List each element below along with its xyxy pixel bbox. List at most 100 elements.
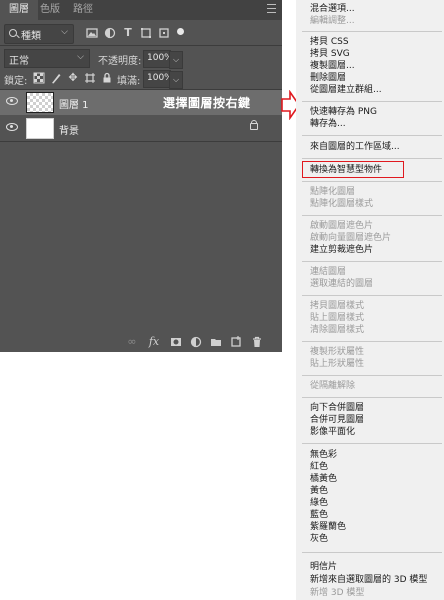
menu-item-group-from-layers[interactable]: 從圖層建立群組... — [310, 84, 382, 96]
menu-item-release-from-isolation: 從隔離解除 — [310, 381, 356, 391]
link-layers-icon[interactable]: ∞ — [126, 336, 138, 348]
panel-menu-icon[interactable] — [267, 4, 276, 13]
lock-image-pixels-icon[interactable] — [50, 72, 62, 84]
tab-layers[interactable]: 圖層 — [0, 0, 38, 20]
chevron-down-icon[interactable]: ⌵ — [169, 51, 183, 69]
pixel-layer-filter-icon[interactable] — [86, 27, 98, 39]
menu-item-color-red[interactable]: 紅色 — [310, 461, 328, 473]
opacity-label: 不透明度: — [98, 56, 142, 67]
chevron-down-icon: ⌵ — [77, 52, 84, 62]
menu-divider — [302, 397, 442, 398]
menu-divider — [302, 443, 442, 444]
panel-tab-bar: 圖層 色版 路徑 — [0, 0, 282, 20]
menu-divider — [302, 261, 442, 262]
menu-item-link-layers: 連結圖層 — [310, 267, 347, 277]
layer-row-layer-1[interactable]: 圖層 1 選擇圖層按右鍵 — [0, 90, 282, 115]
menu-item-color-orange[interactable]: 橘黃色 — [310, 473, 337, 485]
menu-item-color-blue[interactable]: 藍色 — [310, 509, 328, 521]
lock-icon — [250, 120, 258, 130]
lock-position-icon[interactable]: ✥ — [67, 72, 79, 84]
menu-item-duplicate-layer[interactable]: 複製圖層... — [310, 60, 355, 72]
eye-icon[interactable] — [6, 123, 18, 131]
menu-item-edit-adjustment: 編輯調整... — [310, 16, 355, 26]
menu-divider — [302, 341, 442, 342]
menu-divider — [302, 552, 442, 553]
type-layer-filter-icon[interactable]: T — [122, 27, 134, 39]
new-layer-icon[interactable] — [230, 336, 242, 348]
delete-layer-trash-icon[interactable] — [251, 336, 263, 348]
menu-item-copy-layer-style: 拷貝圖層樣式 — [310, 301, 365, 311]
layer-row-background[interactable]: 背景 — [0, 116, 282, 140]
menu-item-new-3d-model: 新增 3D 模型 — [310, 588, 365, 598]
menu-divider — [302, 215, 442, 216]
menu-item-paste-layer-style: 貼上圖層樣式 — [310, 313, 365, 323]
chevron-down-icon[interactable]: ⌵ — [169, 71, 183, 89]
menu-item-enable-vector-mask: 啟動向量圖層遮色片 — [310, 233, 392, 243]
new-group-folder-icon[interactable] — [210, 336, 222, 348]
menu-item-color-none[interactable]: 無色彩 — [310, 449, 337, 461]
menu-item-convert-to-smart-object[interactable]: 轉換為智慧型物件 — [310, 164, 382, 176]
blend-mode-value: 正常 — [9, 56, 29, 67]
menu-item-copy-shape-attributes: 複製形狀屬性 — [310, 347, 365, 357]
menu-divider — [302, 101, 442, 102]
menu-item-rasterize-layer: 點陣化圖層 — [310, 187, 356, 197]
fill-field[interactable]: 100% ⌵ — [143, 70, 183, 89]
menu-item-flatten-image[interactable]: 影像平面化 — [310, 426, 355, 438]
layers-bottom-toolbar: ∞ fx — [0, 333, 282, 352]
filter-kind-label: 種類 — [21, 31, 41, 42]
annotation-text: 選擇圖層按右鍵 — [163, 96, 251, 110]
menu-item-postcard[interactable]: 明信片 — [310, 561, 337, 573]
shape-layer-filter-icon[interactable] — [140, 27, 152, 39]
lock-transparent-pixels-icon[interactable] — [33, 72, 45, 84]
fx-icon[interactable]: fx — [148, 336, 160, 348]
fill-label: 填滿: — [117, 76, 141, 87]
layer-thumbnail — [26, 118, 54, 139]
smart-object-filter-icon[interactable] — [158, 27, 170, 39]
menu-divider — [302, 158, 442, 159]
lock-all-icon[interactable] — [101, 72, 113, 84]
blend-mode-select[interactable]: 正常 ⌵ — [4, 49, 90, 68]
menu-item-artboard-from-layers[interactable]: 來自圖層的工作區域... — [310, 141, 400, 153]
opacity-field[interactable]: 100% ⌵ — [143, 50, 183, 69]
menu-item-color-green[interactable]: 綠色 — [310, 497, 328, 509]
menu-divider — [302, 135, 442, 136]
search-icon — [9, 29, 17, 37]
add-mask-icon[interactable] — [170, 336, 182, 348]
layer-context-menu: 混合選項... 編輯調整... 拷貝 CSS 拷貝 SVG 複製圖層... 刪除… — [296, 0, 444, 600]
layer-name[interactable]: 背景 — [59, 122, 79, 137]
new-adjustment-layer-icon[interactable] — [190, 336, 202, 348]
tab-paths[interactable]: 路徑 — [73, 0, 93, 20]
menu-item-enable-layer-mask: 啟動圖層遮色片 — [310, 221, 374, 231]
menu-item-select-linked-layers: 選取連結的圖層 — [310, 279, 374, 289]
menu-item-rasterize-layer-style: 點陣化圖層樣式 — [310, 199, 374, 209]
menu-item-create-clipping-mask[interactable]: 建立剪裁遮色片 — [310, 244, 373, 256]
menu-item-blending-options[interactable]: 混合選項... — [310, 3, 355, 15]
menu-item-copy-svg[interactable]: 拷貝 SVG — [310, 48, 350, 60]
menu-item-delete-layer[interactable]: 刪除圖層 — [310, 72, 346, 84]
layer-name[interactable]: 圖層 1 — [59, 96, 89, 111]
menu-item-color-yellow[interactable]: 黃色 — [310, 485, 328, 497]
menu-item-color-gray[interactable]: 灰色 — [310, 533, 328, 545]
filter-toggle-icon[interactable] — [177, 28, 184, 35]
menu-item-export-as[interactable]: 轉存為... — [310, 118, 346, 130]
lock-row: 鎖定: ✥ 填滿: 100% ⌵ — [0, 70, 282, 89]
tab-channels[interactable]: 色版 — [40, 0, 60, 20]
menu-divider — [302, 375, 442, 376]
eye-icon[interactable] — [6, 97, 18, 105]
menu-item-paste-shape-attributes: 貼上形狀屬性 — [310, 359, 365, 369]
filter-kind-select[interactable]: 種類 ⌵ — [4, 24, 74, 44]
menu-item-color-violet[interactable]: 紫羅蘭色 — [310, 521, 346, 533]
menu-item-copy-css[interactable]: 拷貝 CSS — [310, 36, 349, 48]
menu-item-merge-visible[interactable]: 合併可見圖層 — [310, 414, 364, 426]
menu-item-quick-export-png[interactable]: 快速轉存為 PNG — [310, 106, 377, 118]
chevron-down-icon: ⌵ — [61, 27, 68, 37]
lock-label: 鎖定: — [4, 76, 28, 87]
layers-panel: 圖層 色版 路徑 種類 ⌵ T 正常 ⌵ 不透明度: 100% ⌵ 鎖定: ✥ … — [0, 0, 282, 352]
layer-thumbnail — [26, 92, 54, 113]
layer-filter-row: 種類 ⌵ T — [0, 24, 282, 44]
adjustment-layer-filter-icon[interactable] — [104, 27, 116, 39]
lock-artboard-icon[interactable] — [84, 72, 96, 84]
menu-item-merge-down[interactable]: 向下合併圖層 — [310, 402, 364, 414]
divider — [0, 45, 282, 46]
menu-item-new-3d-from-selected-layer[interactable]: 新增來自選取圖層的 3D 模型 — [310, 574, 427, 586]
